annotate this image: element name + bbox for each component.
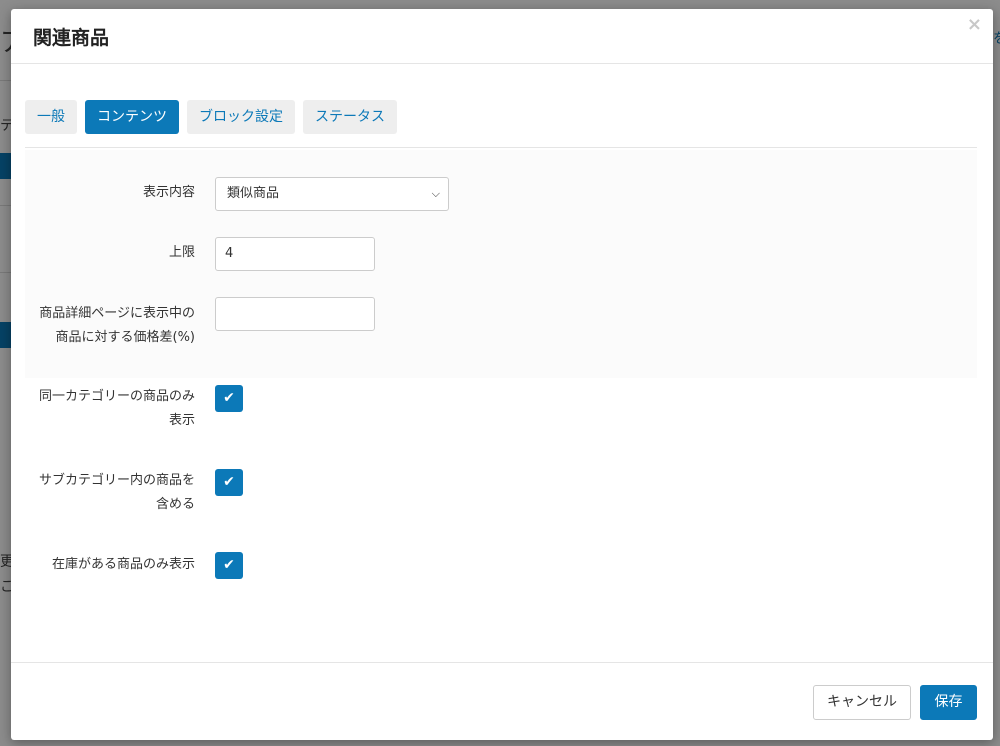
checkmark-icon: ✔ (223, 557, 235, 573)
modal-header: 関連商品 × (11, 9, 993, 64)
checkmark-icon: ✔ (223, 390, 235, 406)
checkmark-icon: ✔ (223, 474, 235, 490)
chevron-down-icon: ⌵ (431, 187, 440, 200)
same-category-checkbox[interactable]: ✔ (215, 385, 243, 412)
modal-footer: キャンセル 保存 (11, 662, 993, 740)
modal-title: 関連商品 (33, 27, 110, 49)
in-stock-label: 在庫がある商品のみ表示 (51, 557, 195, 572)
display-content-label: 表示内容 (142, 185, 195, 200)
display-content-select[interactable]: 類似商品 ⌵ (215, 177, 449, 211)
price-diff-input[interactable] (215, 297, 375, 331)
price-diff-label-line1: 商品詳細ページに表示中の (39, 306, 195, 321)
limit-input[interactable]: 4 (215, 237, 375, 271)
cancel-button[interactable]: キャンセル (813, 685, 911, 720)
include-subcategory-checkbox[interactable]: ✔ (215, 469, 243, 496)
tab-general[interactable]: 一般 (25, 100, 77, 134)
tab-block-settings[interactable]: ブロック設定 (187, 100, 295, 134)
include-subcategory-label-line2: 含める (155, 497, 195, 512)
limit-label: 上限 (168, 245, 195, 260)
tabs-divider (25, 147, 977, 148)
same-category-label-line1: 同一カテゴリーの商品のみ (38, 389, 195, 404)
in-stock-checkbox[interactable]: ✔ (215, 552, 243, 579)
tab-contents[interactable]: コンテンツ (85, 100, 179, 134)
close-icon[interactable]: × (967, 15, 982, 35)
same-category-label-line2: 表示 (168, 413, 195, 428)
include-subcategory-label-line1: サブカテゴリー内の商品を (38, 473, 195, 488)
tab-bar: 一般 コンテンツ ブロック設定 ステータス (25, 100, 405, 134)
price-diff-label-line2: 商品に対する価格差(%) (55, 330, 196, 345)
display-content-value: 類似商品 (227, 186, 280, 201)
related-products-modal: 関連商品 × 一般 コンテンツ ブロック設定 ステータス 表示内容 類似商品 ⌵… (11, 9, 993, 740)
save-button[interactable]: 保存 (920, 685, 977, 720)
tab-status[interactable]: ステータス (303, 100, 397, 134)
